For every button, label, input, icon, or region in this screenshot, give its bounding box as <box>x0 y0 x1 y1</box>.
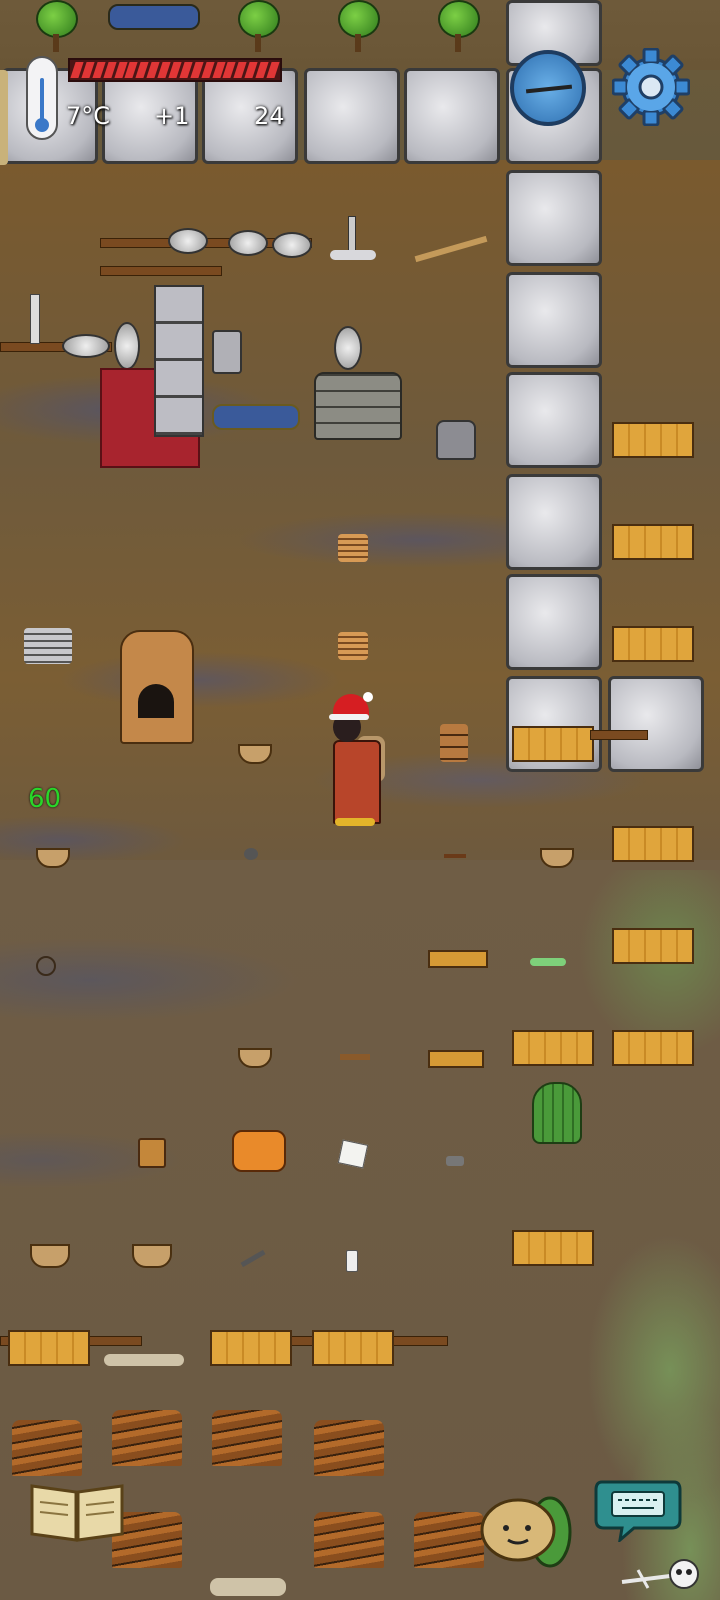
bones-remains-icon[interactable] <box>618 1552 708 1592</box>
tool-crate[interactable] <box>8 1330 90 1366</box>
tool-crate[interactable] <box>612 928 694 964</box>
kerosene-jug[interactable] <box>436 420 476 460</box>
round-stone[interactable] <box>244 848 258 860</box>
tool-crate[interactable] <box>512 726 594 762</box>
well-wheel[interactable] <box>334 326 362 370</box>
player-feet <box>335 818 375 826</box>
stone-floor-tile[interactable] <box>506 170 602 266</box>
stone-floor-tile[interactable] <box>404 68 500 164</box>
food-pip <box>266 62 280 78</box>
wooden-board[interactable] <box>428 1050 484 1068</box>
adobe-kiln[interactable] <box>120 630 194 744</box>
temperature-readout: 7°C <box>66 102 111 130</box>
left-drawer-tab[interactable] <box>0 70 8 165</box>
mallet[interactable] <box>340 1054 370 1060</box>
age-readout: 24 <box>254 102 285 130</box>
fps-counter: 60 <box>28 784 62 814</box>
bottle[interactable] <box>346 1250 358 1272</box>
pond[interactable] <box>108 4 200 30</box>
stick[interactable] <box>444 854 466 858</box>
firewood-pile[interactable] <box>112 1410 182 1466</box>
water-puddle[interactable] <box>212 404 300 430</box>
recipe-book-icon[interactable] <box>28 1478 126 1544</box>
tool-crate[interactable] <box>612 1030 694 1066</box>
grinding-wheel[interactable] <box>114 322 140 370</box>
tree[interactable] <box>336 0 380 56</box>
shaft-axle[interactable] <box>590 730 648 740</box>
firewood-pile[interactable] <box>212 1410 282 1466</box>
keyboard-chat-icon[interactable] <box>594 1476 682 1542</box>
pulley-wheel[interactable] <box>168 228 208 254</box>
tree[interactable] <box>236 0 280 56</box>
stone-floor-tile[interactable] <box>506 272 602 368</box>
firewood-pile[interactable] <box>414 1512 484 1568</box>
rope-snare[interactable] <box>36 956 56 976</box>
santa-hat-brim <box>329 714 369 720</box>
fleece[interactable] <box>210 1578 286 1596</box>
basket-of-carrots[interactable] <box>30 1244 70 1268</box>
candle-post[interactable] <box>30 294 40 344</box>
red-robe <box>333 740 381 824</box>
player-character[interactable] <box>325 692 391 836</box>
storage-crate[interactable] <box>612 422 694 458</box>
stone-slab-stack[interactable] <box>24 628 72 664</box>
paper-note[interactable] <box>337 1139 369 1169</box>
pumpkin-tub[interactable] <box>232 1130 286 1172</box>
barrel-cactus[interactable] <box>532 1082 582 1144</box>
stone-floor-tile[interactable] <box>304 68 400 164</box>
stone-floor-tile[interactable] <box>506 372 602 468</box>
tool-crate[interactable] <box>612 826 694 862</box>
tree[interactable] <box>436 0 480 56</box>
pulley-wheel[interactable] <box>272 232 312 258</box>
stone-pillar[interactable] <box>154 285 204 437</box>
tool-crate[interactable] <box>612 626 694 662</box>
stone-floor-tile[interactable] <box>506 574 602 670</box>
compass-icon[interactable] <box>510 50 586 126</box>
stake[interactable] <box>330 216 376 262</box>
gear-icon[interactable] <box>612 48 690 126</box>
pulley-wheel[interactable] <box>228 230 268 256</box>
bowl-on-board[interactable] <box>428 950 488 968</box>
green-sprouts[interactable] <box>530 958 566 966</box>
stone-floor-tile[interactable] <box>506 474 602 570</box>
firewood-pile[interactable] <box>314 1420 384 1476</box>
firewood-pile[interactable] <box>314 1512 384 1568</box>
stone-well[interactable] <box>314 372 402 440</box>
wooden-bucket[interactable] <box>138 1138 166 1168</box>
tree[interactable] <box>34 0 78 56</box>
thermometer-icon <box>26 56 58 140</box>
stone-floor-tile[interactable] <box>608 676 704 772</box>
santa-hat-pompom <box>363 692 373 702</box>
plate-stack[interactable] <box>338 534 368 562</box>
emote-face-icon[interactable] <box>478 1480 578 1570</box>
plate-stack[interactable] <box>338 632 368 660</box>
bucket-stack[interactable] <box>440 724 468 762</box>
pulley-wheel[interactable] <box>62 334 110 358</box>
tool-crate[interactable] <box>512 1230 594 1266</box>
tool-crate[interactable] <box>512 1030 594 1066</box>
firewood-pile[interactable] <box>12 1420 82 1476</box>
food-meter <box>68 58 282 82</box>
kindling-crate[interactable] <box>312 1330 394 1366</box>
tool-crate[interactable] <box>612 524 694 560</box>
storage-crate[interactable] <box>210 1330 292 1366</box>
basket-of-carrots[interactable] <box>132 1244 172 1268</box>
pump-cylinder[interactable] <box>212 330 242 374</box>
fleece[interactable] <box>104 1354 184 1366</box>
flint-chips[interactable] <box>446 1156 464 1166</box>
shaft-axle[interactable] <box>100 266 222 276</box>
temperature-change: +1 <box>154 102 190 130</box>
